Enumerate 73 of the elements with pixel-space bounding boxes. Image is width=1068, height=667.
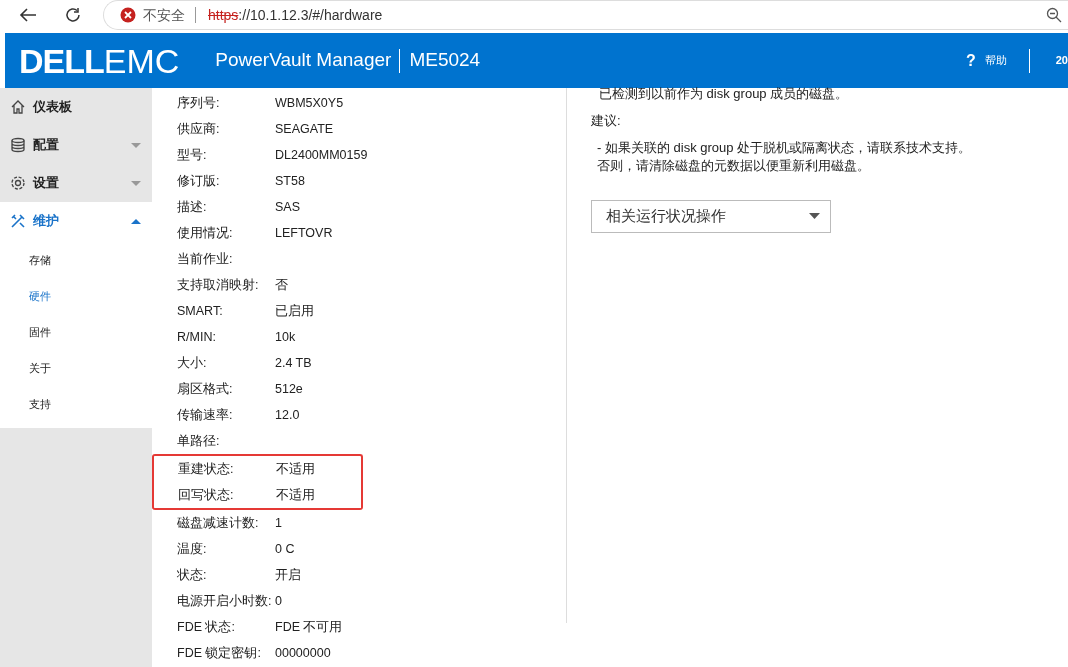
security-warning: 不安全 <box>143 5 185 25</box>
field-value: LEFTOVR <box>275 224 333 242</box>
field-value: SAS <box>275 198 300 216</box>
field-label: 修订版: <box>177 172 221 190</box>
field-value: 不适用 <box>276 460 315 478</box>
field-label: 温度: <box>177 540 208 558</box>
reload-icon[interactable] <box>64 6 82 24</box>
caret-icon <box>809 213 820 219</box>
health-description: 已检测到以前作为 disk group 成员的磁盘。 <box>599 85 850 103</box>
field-label: SMART: <box>177 302 224 320</box>
nav-subitem[interactable]: 关于 <box>0 350 152 386</box>
field-label: 描述: <box>177 198 208 216</box>
field-value: 否 <box>275 276 288 294</box>
field-value: 00000000 <box>275 644 331 662</box>
logo: DELLEMC <box>19 43 180 78</box>
field-label: R/MIN: <box>177 328 217 346</box>
field-label: 回写状态: <box>178 486 235 504</box>
field-label: FDE 锁定密钥: <box>177 644 262 662</box>
product-name: PowerVault Manager <box>215 48 392 73</box>
field-value: 1 <box>275 514 282 532</box>
database-icon <box>10 137 26 153</box>
field-label: 状态: <box>177 566 208 584</box>
field-value: WBM5X0Y5 <box>275 94 344 112</box>
field-value: 已启用 <box>275 302 314 320</box>
caret-icon <box>131 142 141 148</box>
field-value: DL2400MM0159 <box>275 146 368 164</box>
nav-subitem[interactable]: 硬件 <box>0 278 152 314</box>
settings-icon <box>10 175 26 191</box>
field-label: 扇区格式: <box>177 380 234 398</box>
field-label: 电源开启小时数: <box>177 592 273 610</box>
field-label: 当前作业: <box>177 250 234 268</box>
nav-subitem[interactable]: 固件 <box>0 314 152 350</box>
back-icon[interactable] <box>19 7 37 23</box>
field-label: 使用情况: <box>177 224 234 242</box>
field-label: FDE 状态: <box>177 618 236 636</box>
field-label: 支持取消映射: <box>177 276 260 294</box>
field-label: 单路径: <box>177 432 221 450</box>
field-label: 重建状态: <box>178 460 235 478</box>
url-text: https://10.1.12.3/#/hardware <box>208 5 383 25</box>
field-value: SEAGATE <box>275 120 334 138</box>
field-label: 供应商: <box>177 120 221 138</box>
field-value: 0 <box>275 592 282 610</box>
field-label: 磁盘减速计数: <box>177 514 260 532</box>
field-value: 2.4 TB <box>275 354 312 372</box>
field-value: FDE 不可用 <box>275 618 343 636</box>
field-value: 10k <box>275 328 296 346</box>
error-icon <box>120 7 136 23</box>
field-label: 型号: <box>177 146 208 164</box>
nav-subitem[interactable]: 存储 <box>0 242 152 278</box>
tools-icon <box>10 213 26 229</box>
recommendation-text: - 如果关联的 disk group 处于脱机或隔离状态，请联系技术支持。 <box>597 138 973 157</box>
nav-item[interactable]: 维护 <box>0 202 152 240</box>
field-value: ST58 <box>275 172 305 190</box>
recommendation-text: 否则，请清除磁盘的元数据以便重新利用磁盘。 <box>597 156 871 175</box>
caret-icon <box>131 180 141 186</box>
help-button[interactable]: ? 帮助 <box>965 48 1007 73</box>
home-icon <box>10 99 26 115</box>
nav-subitem[interactable]: 支持 <box>0 386 152 422</box>
field-label: 序列号: <box>177 94 221 112</box>
field-label: 大小: <box>177 354 208 372</box>
caret-icon <box>131 218 141 224</box>
field-value: 不适用 <box>276 486 315 504</box>
user-menu[interactable]: 20 <box>1055 52 1068 69</box>
field-value: 0 C <box>275 540 295 558</box>
model-name: ME5024 <box>409 48 481 73</box>
field-value: 12.0 <box>275 406 300 424</box>
actions-dropdown[interactable]: 相关运行状况操作 <box>591 199 831 233</box>
recommendation-heading: 建议: <box>591 112 622 130</box>
field-value: 512e <box>275 380 303 398</box>
zoom-out-icon[interactable] <box>1046 7 1062 23</box>
field-label: 传输速率: <box>177 406 234 424</box>
address-bar[interactable]: 不安全 https://10.1.12.3/#/hardware <box>103 0 1068 30</box>
field-value: 开启 <box>275 566 301 584</box>
